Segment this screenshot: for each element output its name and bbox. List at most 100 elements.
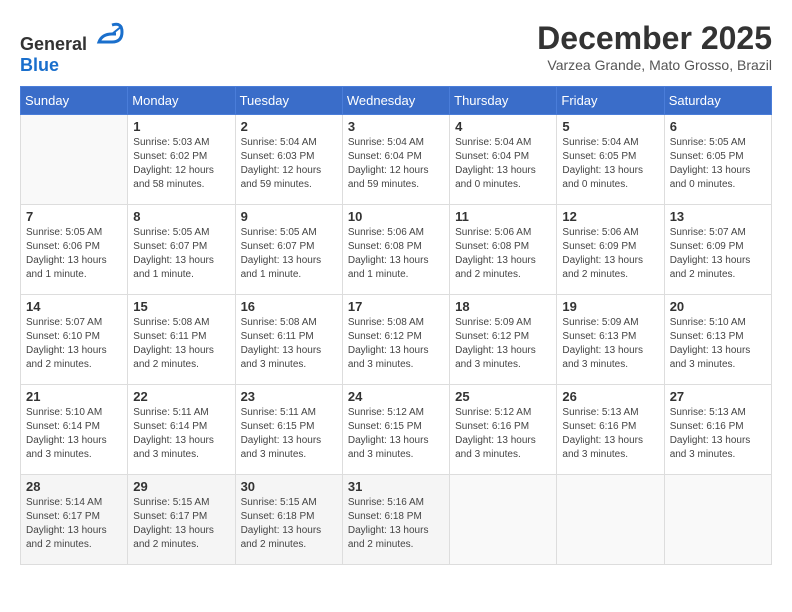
day-info: Sunrise: 5:12 AM Sunset: 6:15 PM Dayligh…	[348, 406, 444, 462]
day-number: 23	[241, 389, 337, 404]
calendar-cell: 7 Sunrise: 5:05 AM Sunset: 6:06 PM Daylig…	[21, 205, 128, 295]
day-number: 2	[241, 119, 337, 134]
day-number: 9	[241, 209, 337, 224]
day-info: Sunrise: 5:04 AM Sunset: 6:03 PM Dayligh…	[241, 136, 337, 192]
title-section: December 2025 Varzea Grande, Mato Grosso…	[537, 20, 772, 73]
logo-text: General Blue	[20, 20, 124, 76]
day-info: Sunrise: 5:08 AM Sunset: 6:11 PM Dayligh…	[241, 316, 337, 372]
day-info: Sunrise: 5:13 AM Sunset: 6:16 PM Dayligh…	[562, 406, 658, 462]
calendar-cell: 16 Sunrise: 5:08 AM Sunset: 6:11 PM Dayli…	[235, 295, 342, 385]
calendar-cell: 10 Sunrise: 5:06 AM Sunset: 6:08 PM Dayli…	[342, 205, 449, 295]
calendar-cell: 21Sunrise: 5:10 AM Sunset: 6:14 PM Dayli…	[21, 385, 128, 475]
day-number: 26	[562, 389, 658, 404]
days-of-week-row: SundayMondayTuesdayWednesdayThursdayFrid…	[21, 87, 772, 115]
calendar-header: SundayMondayTuesdayWednesdayThursdayFrid…	[21, 87, 772, 115]
calendar-week-row: 1Sunrise: 5:03 AM Sunset: 6:02 PM Daylig…	[21, 115, 772, 205]
day-number: 5	[562, 119, 658, 134]
day-number: 13	[670, 209, 766, 224]
day-info: Sunrise: 5:06 AM Sunset: 6:09 PM Dayligh…	[562, 226, 658, 282]
calendar-week-row: 7 Sunrise: 5:05 AM Sunset: 6:06 PM Daylig…	[21, 205, 772, 295]
calendar-cell	[21, 115, 128, 205]
day-info: Sunrise: 5:15 AM Sunset: 6:17 PM Dayligh…	[133, 496, 229, 552]
calendar-cell: 28 Sunrise: 5:14 AM Sunset: 6:17 PM Dayli…	[21, 475, 128, 565]
day-number: 29	[133, 479, 229, 494]
day-number: 17	[348, 299, 444, 314]
day-info: Sunrise: 5:09 AM Sunset: 6:13 PM Dayligh…	[562, 316, 658, 372]
day-number: 25	[455, 389, 551, 404]
day-number: 14	[26, 299, 122, 314]
calendar-cell	[450, 475, 557, 565]
day-info: Sunrise: 5:11 AM Sunset: 6:14 PM Dayligh…	[133, 406, 229, 462]
day-info: Sunrise: 5:09 AM Sunset: 6:12 PM Dayligh…	[455, 316, 551, 372]
day-number: 28	[26, 479, 122, 494]
day-info: Sunrise: 5:12 AM Sunset: 6:16 PM Dayligh…	[455, 406, 551, 462]
day-number: 4	[455, 119, 551, 134]
calendar-cell	[664, 475, 771, 565]
calendar-cell: 24 Sunrise: 5:12 AM Sunset: 6:15 PM Dayli…	[342, 385, 449, 475]
calendar-cell: 8Sunrise: 5:05 AM Sunset: 6:07 PM Daylig…	[128, 205, 235, 295]
day-number: 7	[26, 209, 122, 224]
calendar-week-row: 14 Sunrise: 5:07 AM Sunset: 6:10 PM Dayli…	[21, 295, 772, 385]
calendar-cell: 13 Sunrise: 5:07 AM Sunset: 6:09 PM Dayli…	[664, 205, 771, 295]
day-info: Sunrise: 5:10 AM Sunset: 6:13 PM Dayligh…	[670, 316, 766, 372]
day-info: Sunrise: 5:10 AM Sunset: 6:14 PM Dayligh…	[26, 406, 122, 462]
calendar-week-row: 28 Sunrise: 5:14 AM Sunset: 6:17 PM Dayli…	[21, 475, 772, 565]
day-number: 3	[348, 119, 444, 134]
day-info: Sunrise: 5:15 AM Sunset: 6:18 PM Dayligh…	[241, 496, 337, 552]
calendar-cell: 27 Sunrise: 5:13 AM Sunset: 6:16 PM Dayli…	[664, 385, 771, 475]
day-of-week-header: Thursday	[450, 87, 557, 115]
calendar-cell: 4 Sunrise: 5:04 AM Sunset: 6:04 PM Daylig…	[450, 115, 557, 205]
calendar-cell: 25 Sunrise: 5:12 AM Sunset: 6:16 PM Dayli…	[450, 385, 557, 475]
calendar-cell: 22 Sunrise: 5:11 AM Sunset: 6:14 PM Dayli…	[128, 385, 235, 475]
day-info: Sunrise: 5:11 AM Sunset: 6:15 PM Dayligh…	[241, 406, 337, 462]
logo: General Blue	[20, 20, 124, 76]
calendar-cell: 31Sunrise: 5:16 AM Sunset: 6:18 PM Dayli…	[342, 475, 449, 565]
day-number: 24	[348, 389, 444, 404]
day-info: Sunrise: 5:14 AM Sunset: 6:17 PM Dayligh…	[26, 496, 122, 552]
day-info: Sunrise: 5:07 AM Sunset: 6:10 PM Dayligh…	[26, 316, 122, 372]
day-number: 22	[133, 389, 229, 404]
page-header: General Blue December 2025 Varzea Grande…	[20, 20, 772, 76]
calendar-cell: 9 Sunrise: 5:05 AM Sunset: 6:07 PM Daylig…	[235, 205, 342, 295]
calendar-cell: 18Sunrise: 5:09 AM Sunset: 6:12 PM Dayli…	[450, 295, 557, 385]
day-number: 31	[348, 479, 444, 494]
calendar-cell: 6Sunrise: 5:05 AM Sunset: 6:05 PM Daylig…	[664, 115, 771, 205]
calendar-cell: 19Sunrise: 5:09 AM Sunset: 6:13 PM Dayli…	[557, 295, 664, 385]
day-info: Sunrise: 5:07 AM Sunset: 6:09 PM Dayligh…	[670, 226, 766, 282]
logo-icon	[94, 20, 124, 50]
logo-blue: Blue	[20, 55, 59, 75]
day-info: Sunrise: 5:08 AM Sunset: 6:11 PM Dayligh…	[133, 316, 229, 372]
day-info: Sunrise: 5:06 AM Sunset: 6:08 PM Dayligh…	[455, 226, 551, 282]
day-number: 11	[455, 209, 551, 224]
calendar-cell: 14 Sunrise: 5:07 AM Sunset: 6:10 PM Dayli…	[21, 295, 128, 385]
calendar-cell: 2 Sunrise: 5:04 AM Sunset: 6:03 PM Daylig…	[235, 115, 342, 205]
day-info: Sunrise: 5:05 AM Sunset: 6:06 PM Dayligh…	[26, 226, 122, 282]
day-number: 16	[241, 299, 337, 314]
calendar-cell: 12 Sunrise: 5:06 AM Sunset: 6:09 PM Dayli…	[557, 205, 664, 295]
day-info: Sunrise: 5:06 AM Sunset: 6:08 PM Dayligh…	[348, 226, 444, 282]
logo-general: General	[20, 34, 87, 54]
calendar-cell: 5 Sunrise: 5:04 AM Sunset: 6:05 PM Daylig…	[557, 115, 664, 205]
day-info: Sunrise: 5:08 AM Sunset: 6:12 PM Dayligh…	[348, 316, 444, 372]
day-info: Sunrise: 5:04 AM Sunset: 6:05 PM Dayligh…	[562, 136, 658, 192]
month-title: December 2025	[537, 20, 772, 57]
day-info: Sunrise: 5:03 AM Sunset: 6:02 PM Dayligh…	[133, 136, 229, 192]
day-of-week-header: Sunday	[21, 87, 128, 115]
calendar-cell	[557, 475, 664, 565]
day-info: Sunrise: 5:04 AM Sunset: 6:04 PM Dayligh…	[348, 136, 444, 192]
day-of-week-header: Wednesday	[342, 87, 449, 115]
day-info: Sunrise: 5:13 AM Sunset: 6:16 PM Dayligh…	[670, 406, 766, 462]
day-info: Sunrise: 5:04 AM Sunset: 6:04 PM Dayligh…	[455, 136, 551, 192]
day-of-week-header: Saturday	[664, 87, 771, 115]
day-number: 27	[670, 389, 766, 404]
day-number: 20	[670, 299, 766, 314]
calendar-cell: 20 Sunrise: 5:10 AM Sunset: 6:13 PM Dayli…	[664, 295, 771, 385]
calendar-cell: 15Sunrise: 5:08 AM Sunset: 6:11 PM Dayli…	[128, 295, 235, 385]
calendar-cell: 29 Sunrise: 5:15 AM Sunset: 6:17 PM Dayli…	[128, 475, 235, 565]
day-info: Sunrise: 5:05 AM Sunset: 6:07 PM Dayligh…	[241, 226, 337, 282]
day-info: Sunrise: 5:05 AM Sunset: 6:07 PM Dayligh…	[133, 226, 229, 282]
day-number: 12	[562, 209, 658, 224]
day-number: 10	[348, 209, 444, 224]
calendar-table: SundayMondayTuesdayWednesdayThursdayFrid…	[20, 86, 772, 565]
day-of-week-header: Tuesday	[235, 87, 342, 115]
